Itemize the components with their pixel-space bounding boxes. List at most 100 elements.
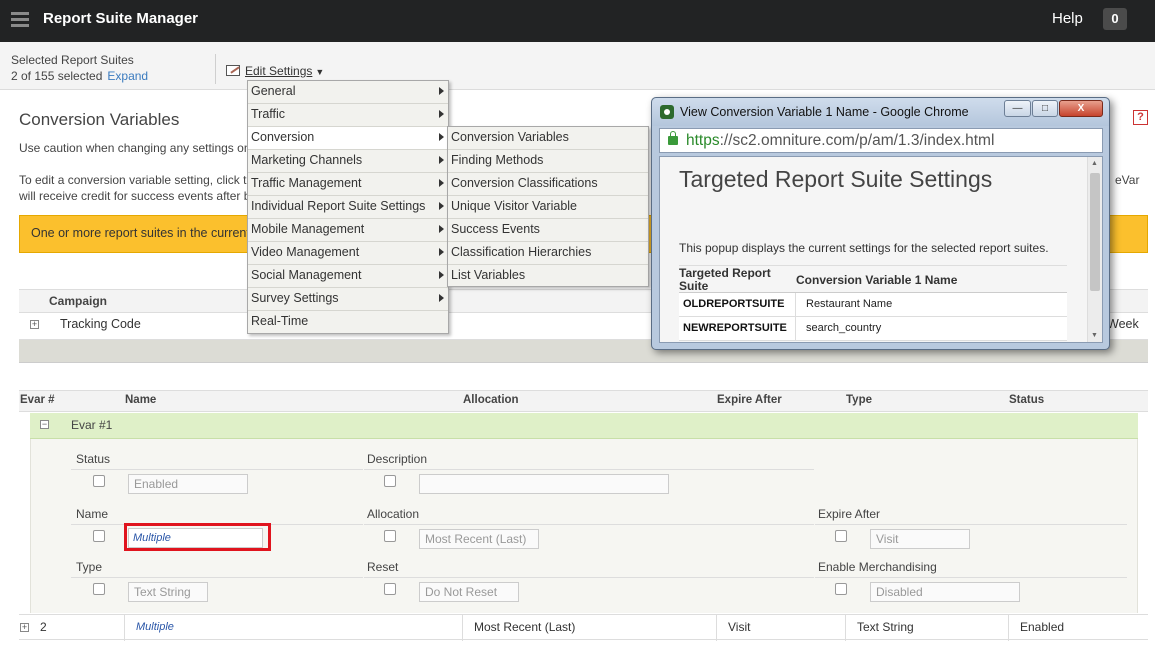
caret-down-icon: ▼ [315,67,325,77]
scroll-down-icon[interactable]: ▼ [1091,332,1098,339]
expand-plus-icon[interactable]: + [30,320,39,329]
menu-item-label: Individual Report Suite Settings [251,199,426,213]
merchandising-field[interactable]: Disabled [870,582,1020,602]
reset-field[interactable]: Do Not Reset [419,582,519,602]
column-divider [124,615,125,641]
menu-item-mobile-management[interactable]: Mobile Management [248,219,448,242]
address-bar[interactable]: https://sc2.omniture.com/p/am/1.3/index.… [659,128,1103,153]
variable-name-value: Restaurant Name [806,298,893,310]
submenu-arrow-icon [439,156,444,164]
table-row: OLDREPORTSUITE Restaurant Name [679,293,1067,317]
evar-2-name[interactable]: Multiple [136,621,174,633]
column-divider [462,615,463,641]
menu-item-general[interactable]: General [248,81,448,104]
tracking-code-label: Tracking Code [60,317,141,331]
report-suite-id: NEWREPORTSUITE [683,322,787,334]
notification-badge[interactable]: 0 [1103,8,1127,30]
submenu-item-unique-visitor-variable[interactable]: Unique Visitor Variable [448,196,648,219]
selected-count-text: 2 of 155 selected [11,69,103,83]
field-divider [71,577,363,578]
status-checkbox[interactable] [93,475,105,487]
field-divider [364,577,814,578]
col-evar-number: Evar # [20,394,55,406]
menu-item-conversion[interactable]: Conversion [248,127,448,150]
popup-heading: Targeted Report Suite Settings [679,166,993,192]
menu-item-traffic-management[interactable]: Traffic Management [248,173,448,196]
popup-scrollbar[interactable]: ▲ ▼ [1087,157,1102,342]
field-divider [815,577,1127,578]
reset-checkbox[interactable] [384,583,396,595]
scrollbar-thumb[interactable] [1090,173,1100,291]
menu-item-video-management[interactable]: Video Management [248,242,448,265]
type-field[interactable]: Text String [128,582,208,602]
submenu-item-list-variables[interactable]: List Variables [448,265,648,288]
evar-2-status: Enabled [1020,620,1065,634]
evar-2-expire-after: Visit [728,620,751,634]
submenu-item-conversion-classifications[interactable]: Conversion Classifications [448,173,648,196]
menu-item-survey-settings[interactable]: Survey Settings [248,288,448,311]
menu-item-individual-report-suite-settings[interactable]: Individual Report Suite Settings [248,196,448,219]
expire-after-checkbox[interactable] [835,530,847,542]
maximize-button[interactable]: □ [1032,100,1058,117]
help-question-icon[interactable]: ? [1133,110,1148,125]
popup-window: View Conversion Variable 1 Name - Google… [651,97,1110,350]
edit-help-text-line-1: To edit a conversion variable setting, c… [19,173,247,187]
collapse-minus-icon[interactable]: − [40,420,49,429]
popup-titlebar[interactable]: View Conversion Variable 1 Name - Google… [652,98,1109,126]
menu-item-label: General [251,84,296,98]
type-checkbox[interactable] [93,583,105,595]
submenu-item-classification-hierarchies[interactable]: Classification Hierarchies [448,242,648,265]
allocation-field-label: Allocation [367,507,420,521]
submenu-arrow-icon [439,271,444,279]
evar-2-allocation: Most Recent (Last) [474,620,576,634]
column-divider [716,615,717,641]
highlight-outline [124,523,271,551]
menu-item-label: Real-Time [251,314,309,328]
expire-after-field[interactable]: Visit [870,529,970,549]
edit-settings-label[interactable]: Edit Settings [245,64,312,78]
description-checkbox[interactable] [384,475,396,487]
popup-page-content: Targeted Report Suite Settings This popu… [659,156,1103,343]
submenu-item-conversion-variables[interactable]: Conversion Variables [448,127,648,150]
report-suite-selector-bar: Selected Report Suites 2 of 155 selected… [0,42,1155,90]
field-divider [71,469,363,470]
expire-after-field-label: Expire After [818,507,881,521]
page-title: Conversion Variables [19,110,180,129]
help-link[interactable]: Help [1052,10,1083,27]
popup-table-header: Targeted Report Suite Conversion Variabl… [679,265,1067,293]
table-row: NEWREPORTSUITE search_country [679,317,1067,341]
status-field[interactable]: Enabled [128,474,248,494]
evar-1-header-row[interactable]: − Evar #1 [30,413,1138,439]
evar-2-row[interactable]: + 2 Multiple Most Recent (Last) Visit Te… [19,614,1148,641]
minimize-button[interactable]: — [1004,100,1031,117]
expand-link[interactable]: Expand [107,69,148,83]
menu-item-real-time[interactable]: Real-Time [248,311,448,334]
status-field-label: Status [76,452,111,466]
col-expire-after: Expire After [717,394,782,406]
hamburger-menu-icon[interactable] [11,12,29,28]
scroll-up-icon[interactable]: ▲ [1091,160,1098,167]
menu-item-social-management[interactable]: Social Management [248,265,448,288]
close-button[interactable]: X [1059,100,1103,117]
menu-item-label: Traffic [251,107,286,121]
col-name: Name [125,394,157,406]
merchandising-checkbox[interactable] [835,583,847,595]
edit-help-text-line-2: will receive credit for success events a… [19,189,251,203]
allocation-checkbox[interactable] [384,530,396,542]
evar-2-type: Text String [857,620,914,634]
expand-plus-icon[interactable]: + [20,623,29,632]
edit-settings-menu: General Traffic Conversion Marketing Cha… [247,80,449,334]
name-checkbox[interactable] [93,530,105,542]
edit-settings-dropdown[interactable]: Edit Settings ▼ [226,64,324,78]
submenu-item-success-events[interactable]: Success Events [448,219,648,242]
menu-item-label: Marketing Channels [251,153,363,167]
submenu-arrow-icon [439,225,444,233]
submenu-item-finding-methods[interactable]: Finding Methods [448,150,648,173]
menu-item-marketing-channels[interactable]: Marketing Channels [248,150,448,173]
menu-item-traffic[interactable]: Traffic [248,104,448,127]
lock-icon [668,131,678,145]
column-divider [845,615,846,641]
description-field[interactable] [419,474,669,494]
chrome-app-icon [660,105,674,119]
allocation-field[interactable]: Most Recent (Last) [419,529,539,549]
